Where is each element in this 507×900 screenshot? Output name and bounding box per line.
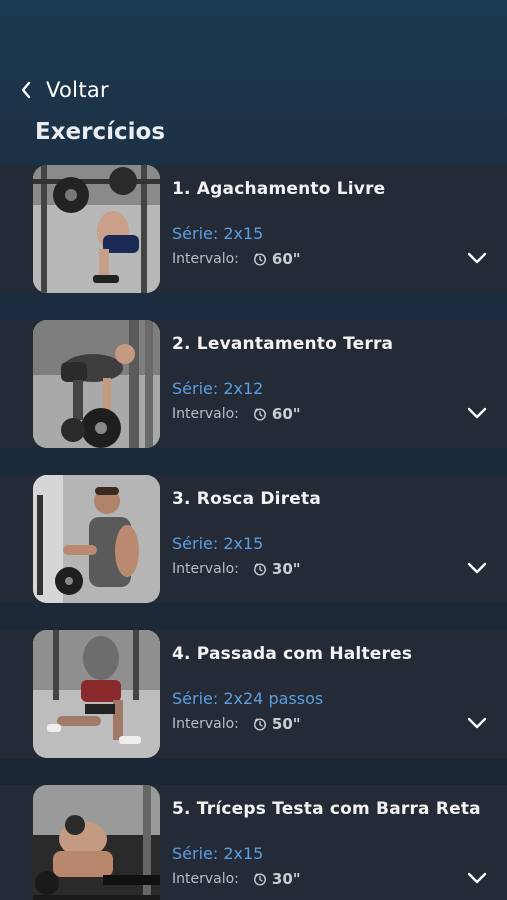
exercise-interval: Intervalo: 50"	[172, 715, 301, 733]
interval-label: Intervalo:	[172, 406, 239, 422]
timer-icon	[253, 562, 267, 576]
exercise-name: 2. Levantamento Terra	[172, 334, 394, 354]
exercise-interval: Intervalo: 30"	[172, 560, 301, 578]
exercise-thumbnail	[33, 630, 160, 758]
chevron-down-icon	[467, 872, 487, 884]
expand-button[interactable]	[467, 249, 487, 268]
chevron-down-icon	[467, 562, 487, 574]
exercise-card[interactable]: 4. Passada com Halteres Série: 2x24 pass…	[0, 630, 507, 758]
exercise-interval: Intervalo: 60"	[172, 405, 301, 423]
interval-label: Intervalo:	[172, 716, 239, 732]
timer-icon	[253, 872, 267, 886]
expand-button[interactable]	[467, 869, 487, 888]
exercise-card[interactable]: 3. Rosca Direta Série: 2x15 Intervalo: 3…	[0, 475, 507, 603]
chevron-down-icon	[467, 717, 487, 729]
exercise-card[interactable]: 1. Agachamento Livre Série: 2x15 Interva…	[0, 165, 507, 293]
exercise-interval: Intervalo: 30"	[172, 870, 301, 888]
expand-button[interactable]	[467, 714, 487, 733]
exercise-card[interactable]: 2. Levantamento Terra Série: 2x12 Interv…	[0, 320, 507, 448]
chevron-down-icon	[467, 252, 487, 264]
exercise-thumbnail	[33, 165, 160, 293]
interval-label: Intervalo:	[172, 871, 239, 887]
exercise-interval: Intervalo: 60"	[172, 250, 301, 268]
exercise-series: Série: 2x12	[172, 379, 264, 398]
exercise-thumbnail	[33, 475, 160, 603]
exercise-thumbnail	[33, 320, 160, 448]
exercise-thumbnail	[33, 785, 160, 900]
interval-time: 60"	[271, 250, 301, 268]
timer-icon	[253, 407, 267, 421]
interval-time: 30"	[271, 870, 301, 888]
exercise-series: Série: 2x15	[172, 534, 264, 553]
timer-icon	[253, 717, 267, 731]
exercise-series: Série: 2x15	[172, 844, 264, 863]
interval-time: 50"	[271, 715, 301, 733]
chevron-left-icon	[21, 81, 31, 99]
timer-icon	[253, 252, 267, 266]
exercise-name: 1. Agachamento Livre	[172, 179, 386, 199]
app-header: Voltar Exercícios	[0, 0, 507, 165]
back-button[interactable]: Voltar	[20, 78, 109, 102]
exercise-name: 4. Passada com Halteres	[172, 644, 413, 664]
expand-button[interactable]	[467, 559, 487, 578]
interval-time: 60"	[271, 405, 301, 423]
exercise-name: 3. Rosca Direta	[172, 489, 322, 509]
exercise-series: Série: 2x15	[172, 224, 264, 243]
interval-label: Intervalo:	[172, 561, 239, 577]
back-label: Voltar	[46, 78, 109, 102]
interval-time: 30"	[271, 560, 301, 578]
chevron-down-icon	[467, 407, 487, 419]
expand-button[interactable]	[467, 404, 487, 423]
exercise-series: Série: 2x24 passos	[172, 689, 324, 708]
page-title: Exercícios	[35, 119, 166, 145]
exercise-card[interactable]: 5. Tríceps Testa com Barra Reta Série: 2…	[0, 785, 507, 900]
exercise-name: 5. Tríceps Testa com Barra Reta	[172, 799, 481, 819]
interval-label: Intervalo:	[172, 251, 239, 267]
